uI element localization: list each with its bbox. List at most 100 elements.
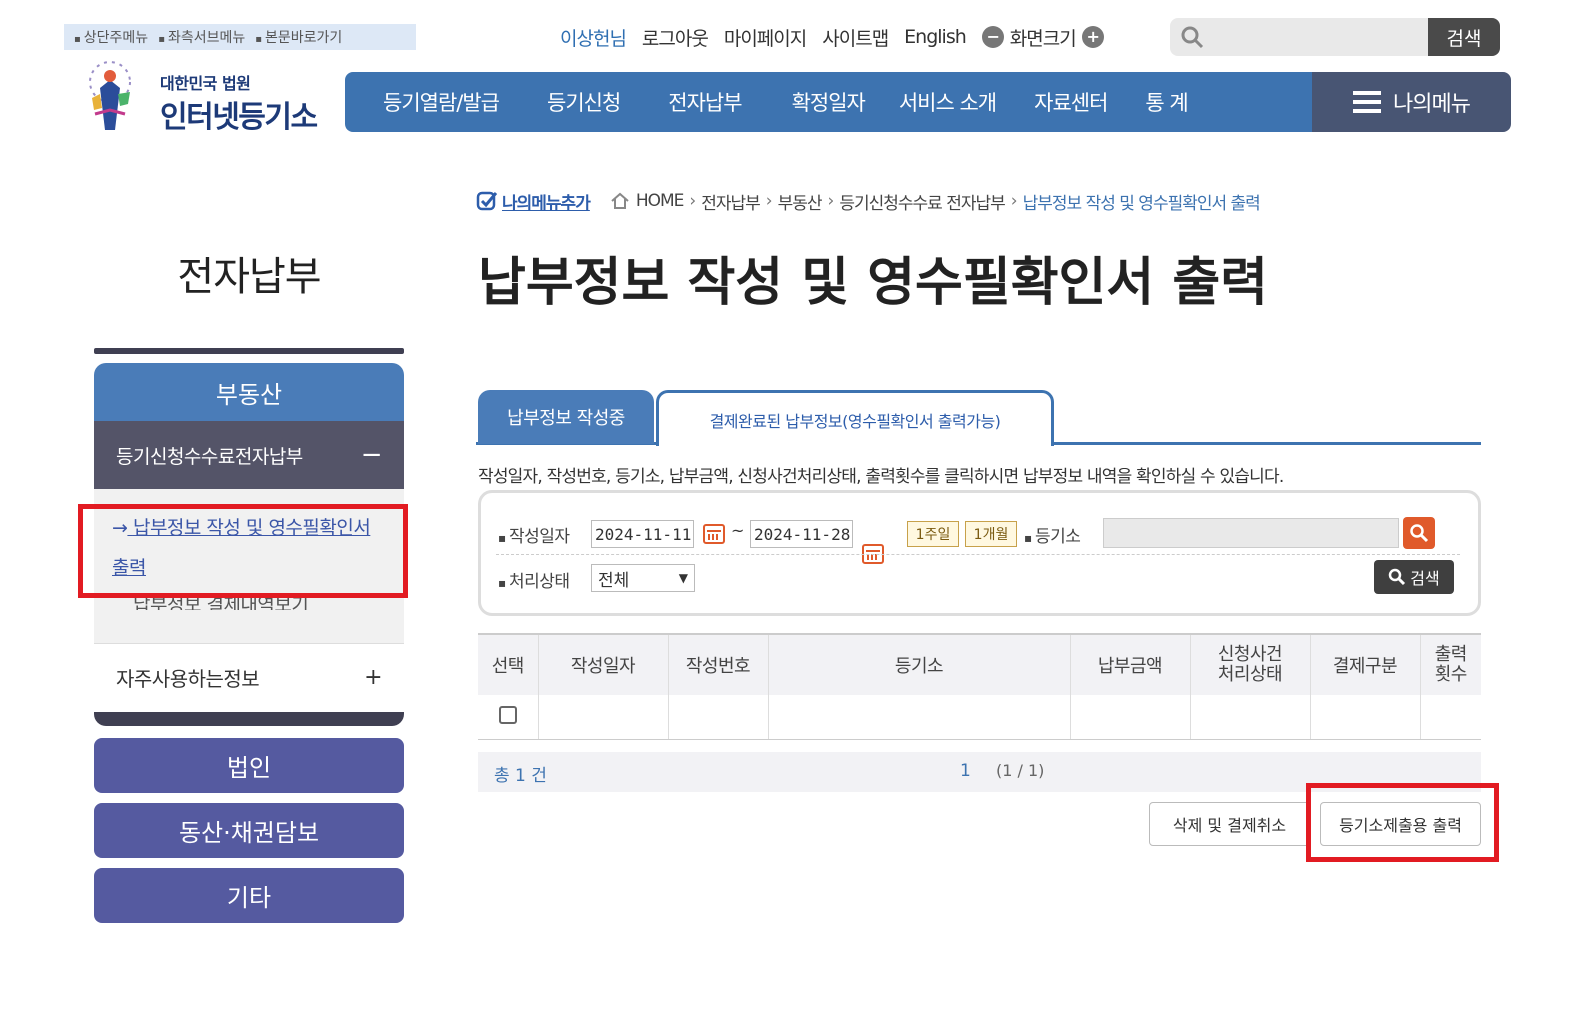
breadcrumb-epayment[interactable]: 전자납부	[701, 189, 761, 214]
nav-item-apply[interactable]: 등기신청	[519, 87, 640, 117]
home-icon	[611, 192, 629, 209]
date-separator: ~	[731, 521, 745, 540]
hamburger-icon	[1353, 91, 1382, 113]
row-print-count-cell[interactable]	[1420, 695, 1481, 740]
nav-item-view-issue[interactable]: 등기열람/발급	[345, 87, 519, 117]
total-count: 총 1 건	[494, 766, 547, 786]
table-header-row: 선택 작성일자 작성번호 등기소 납부금액 신청사건 처리상태 결제구분 출력 …	[478, 633, 1481, 695]
court-emblem-icon	[89, 61, 131, 130]
sidebar-item-frequent[interactable]: 자주사용하는정보 +	[94, 643, 404, 711]
sidebar-title: 전자납부	[177, 254, 321, 300]
site-logo[interactable]: 대한민국 법원 인터넷등기소	[70, 58, 330, 138]
chevron-right-icon: ›	[827, 191, 835, 211]
breadcrumb-fee-epayment[interactable]: 등기신청수수료 전자납부	[839, 189, 1005, 214]
sidebar-bottom-bar	[94, 712, 404, 726]
payment-table: 선택 작성일자 작성번호 등기소 납부금액 신청사건 처리상태 결제구분 출력 …	[478, 633, 1481, 740]
panel-divider	[496, 554, 1460, 555]
tab-in-progress[interactable]: 납부정보 작성중	[478, 390, 654, 444]
skip-link-top-menu[interactable]: 상단주메뉴	[74, 27, 148, 47]
chevron-down-icon: ▼	[678, 571, 688, 585]
row-status-cell[interactable]	[1190, 695, 1311, 740]
collapse-icon: −	[360, 440, 383, 470]
main-nav: 등기열람/발급 등기신청 전자납부 확정일자 서비스 소개 자료센터 통 계	[345, 72, 1312, 132]
col-registry[interactable]: 등기소	[768, 633, 1071, 695]
add-my-menu-button[interactable]: 나의메뉴추가	[476, 189, 591, 214]
sidebar-item-movable[interactable]: 동산·채권담보	[94, 803, 404, 858]
search-button[interactable]: 검색	[1374, 560, 1454, 594]
breadcrumb-real-estate[interactable]: 부동산	[778, 189, 823, 214]
nav-item-fixed-date[interactable]: 확정일자	[762, 87, 885, 117]
zoom-in-icon[interactable]: +	[1081, 26, 1104, 48]
registry-search-button[interactable]	[1403, 517, 1435, 549]
table-row[interactable]	[478, 695, 1481, 740]
row-payment-type-cell	[1310, 695, 1421, 740]
utility-bar: 이상헌님 로그아웃 마이페이지 사이트맵 English − 화면크기 +	[560, 20, 1104, 54]
chevron-right-icon: ›	[689, 191, 696, 211]
sidebar-item-corporation[interactable]: 법인	[94, 738, 404, 793]
zoom-control: − 화면크기 +	[981, 24, 1104, 51]
skip-links: 상단주메뉴 좌측서브메뉴 본문바로가기	[64, 24, 416, 50]
sidebar-item-label: 등기신청수수료전자납부	[116, 445, 303, 468]
status-label: 처리상태	[498, 567, 570, 592]
row-date-cell[interactable]	[538, 695, 669, 740]
row-number-cell[interactable]	[668, 695, 769, 740]
one-month-button[interactable]: 1개월	[965, 521, 1017, 547]
status-select[interactable]: 전체 ▼	[591, 564, 695, 592]
logo-line-2: 인터넷등기소	[160, 100, 318, 135]
nav-item-service[interactable]: 서비스 소개	[885, 87, 1016, 117]
sitemap-link[interactable]: 사이트맵	[822, 24, 889, 51]
zoom-out-icon[interactable]: −	[981, 26, 1004, 48]
col-case-status[interactable]: 신청사건 처리상태	[1190, 633, 1311, 695]
calendar-icon[interactable]	[703, 524, 725, 544]
expand-icon: +	[364, 665, 382, 690]
registry-label: 등기소	[1024, 522, 1081, 547]
description-text: 작성일자, 작성번호, 등기소, 납부금액, 신청사건처리상태, 출력횟수를 클…	[478, 467, 1284, 487]
my-menu-button[interactable]: 나의메뉴	[1312, 72, 1511, 132]
logo-line-1: 대한민국 법원	[160, 74, 251, 93]
col-number[interactable]: 작성번호	[668, 633, 769, 695]
col-select: 선택	[478, 633, 539, 695]
col-amount[interactable]: 납부금액	[1070, 633, 1191, 695]
delete-cancel-button[interactable]: 삭제 및 결제취소	[1149, 802, 1310, 846]
col-payment-type: 결제구분	[1310, 633, 1421, 695]
checkbox-icon	[476, 191, 498, 211]
search-icon	[1181, 26, 1204, 49]
row-checkbox[interactable]	[498, 706, 517, 724]
global-search-input[interactable]	[1170, 18, 1428, 56]
mypage-link[interactable]: 마이페이지	[724, 24, 807, 51]
row-amount-cell[interactable]	[1070, 695, 1191, 740]
nav-item-resources[interactable]: 자료센터	[1016, 87, 1127, 117]
date-from-field[interactable]: 2024-11-11	[591, 520, 694, 548]
breadcrumb: 나의메뉴추가 HOME › 전자납부 › 부동산 › 등기신청수수료 전자납부 …	[476, 186, 1261, 216]
nav-item-epayment[interactable]: 전자납부	[640, 87, 761, 117]
col-date[interactable]: 작성일자	[538, 633, 669, 695]
status-select-value: 전체	[598, 570, 630, 591]
user-name: 이상헌님	[560, 27, 627, 50]
registry-field[interactable]	[1103, 518, 1399, 548]
sidebar-divider	[94, 348, 404, 354]
logout-link[interactable]: 로그아웃	[642, 24, 709, 51]
row-registry-cell[interactable]	[768, 695, 1071, 740]
nav-item-statistics[interactable]: 통 계	[1127, 87, 1207, 117]
sidebar-item-etc[interactable]: 기타	[94, 868, 404, 923]
col-print-count[interactable]: 출력 횟수	[1420, 633, 1481, 695]
page-number[interactable]: 1	[960, 761, 971, 781]
skip-link-content[interactable]: 본문바로가기	[255, 27, 342, 47]
search-icon	[1410, 524, 1429, 543]
breadcrumb-current: 납부정보 작성 및 영수필확인서 출력	[1022, 193, 1261, 214]
date-to-field[interactable]: 2024-11-28	[750, 520, 853, 548]
search-panel	[478, 490, 1481, 616]
sidebar-item-fee-epayment[interactable]: 등기신청수수료전자납부 −	[94, 421, 404, 489]
english-link[interactable]: English	[904, 26, 967, 48]
sidebar-item-real-estate[interactable]: 부동산	[94, 363, 404, 421]
breadcrumb-home[interactable]: HOME	[636, 191, 685, 211]
global-search-button[interactable]: 검색	[1428, 18, 1500, 56]
one-week-button[interactable]: 1주일	[907, 521, 959, 547]
skip-link-side-menu[interactable]: 좌측서브메뉴	[158, 27, 245, 47]
highlight-box-sidebar	[78, 504, 408, 598]
chevron-right-icon: ›	[1010, 191, 1018, 211]
tab-completed[interactable]: 결제완료된 납부정보(영수필확인서 출력가능)	[656, 390, 1054, 446]
row-select-cell	[478, 695, 539, 740]
search-icon	[1389, 568, 1406, 586]
sidebar-item-label: 자주사용하는정보	[116, 667, 260, 691]
